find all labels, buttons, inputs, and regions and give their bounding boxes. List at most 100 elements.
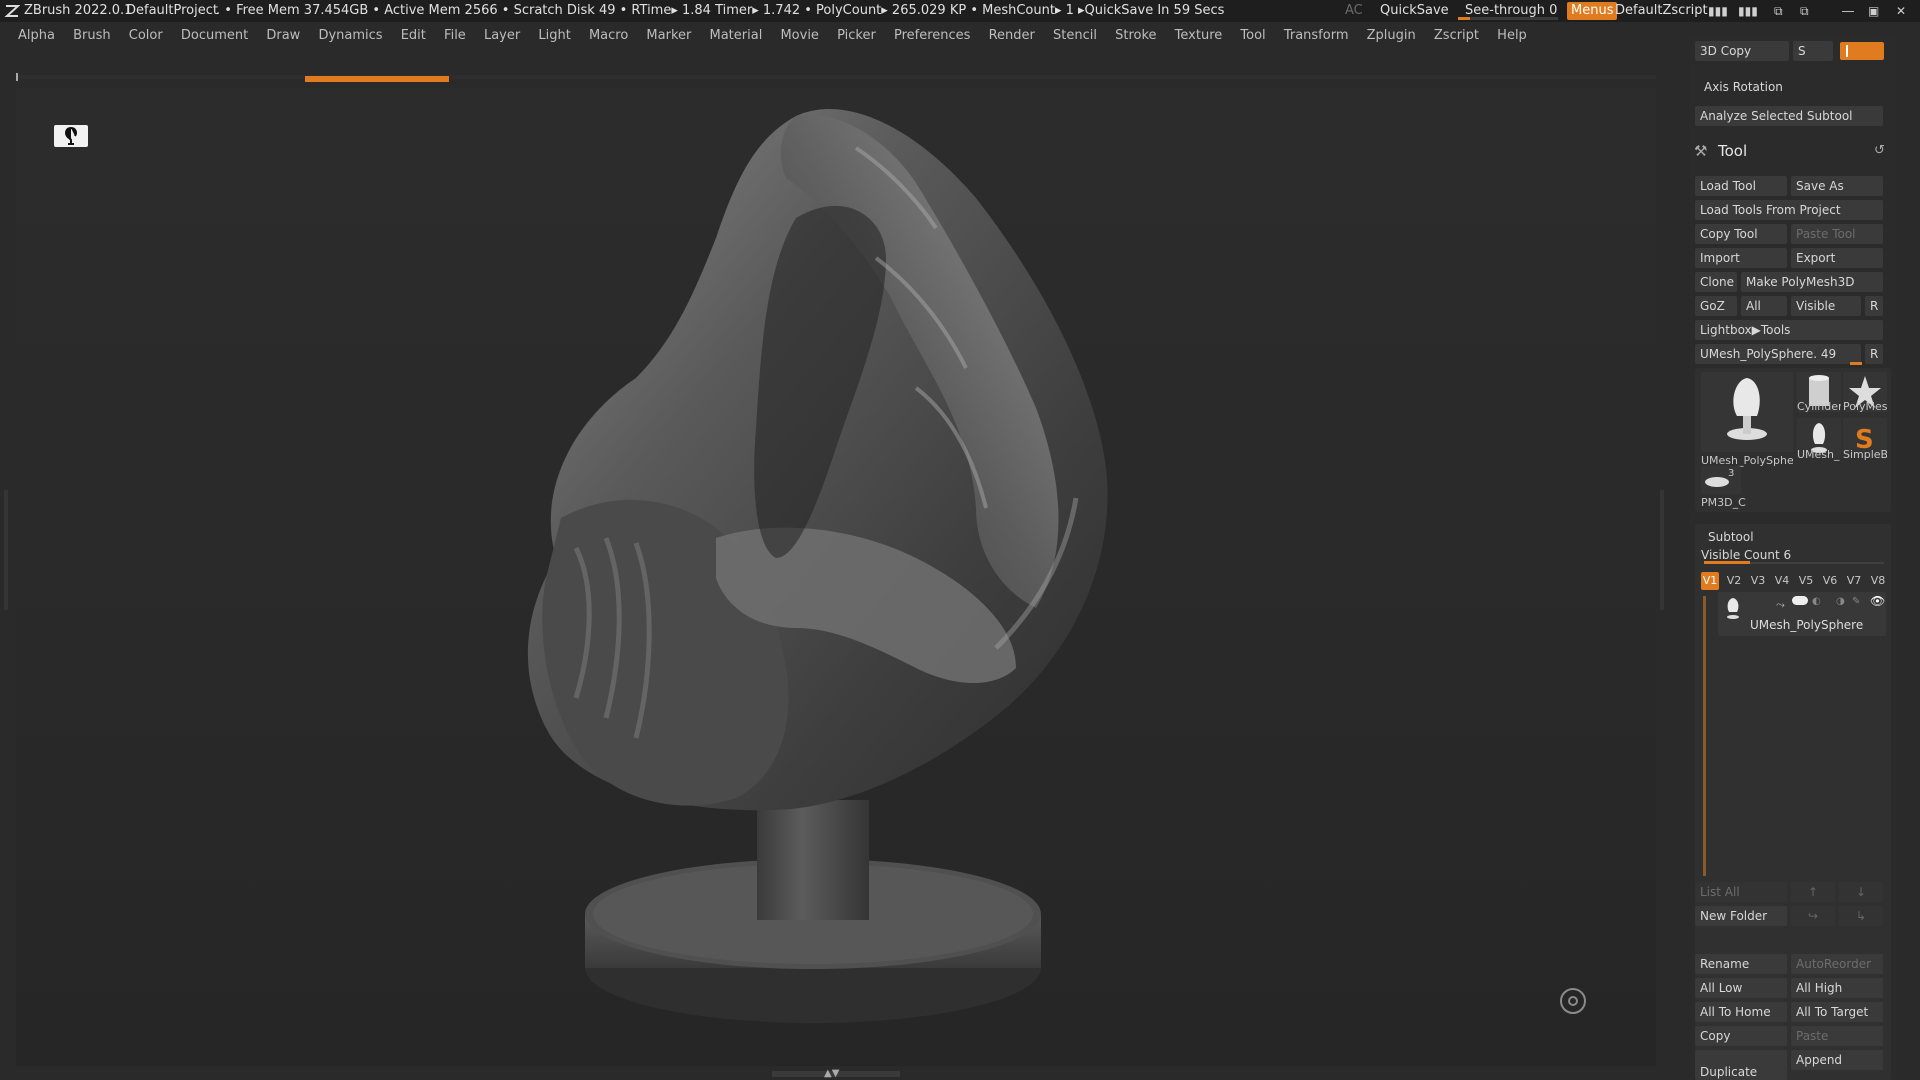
tab-v7[interactable]: V7 [1845, 572, 1863, 590]
append-button[interactable]: Append [1791, 1050, 1883, 1070]
menu-picker[interactable]: Picker [837, 24, 876, 48]
visible-count-slider[interactable]: Visible Count 6 [1701, 548, 1791, 562]
menu-material[interactable]: Material [710, 24, 763, 48]
all-low-button[interactable]: All Low [1695, 978, 1787, 998]
project-name[interactable]: DefaultProject [126, 0, 218, 22]
menu-zplugin[interactable]: Zplugin [1367, 24, 1416, 48]
reset-icon[interactable]: ↺ [1874, 143, 1885, 158]
save-as-button[interactable]: Save As [1791, 176, 1883, 196]
menu-marker[interactable]: Marker [646, 24, 691, 48]
menu-layer[interactable]: Layer [484, 24, 520, 48]
tool-thumb-umesh-polysphere[interactable] [1701, 372, 1793, 452]
tab-v3[interactable]: V3 [1749, 572, 1767, 590]
subtool-pencil-icon[interactable]: ✎ [1852, 596, 1860, 607]
copy-s-button[interactable]: S [1793, 41, 1833, 61]
3d-copy-button[interactable]: 3D Copy [1695, 41, 1789, 61]
lightbox-tools-button[interactable]: Lightbox▶Tools [1695, 320, 1883, 340]
analyze-subtool-button[interactable]: Analyze Selected Subtool [1695, 106, 1883, 126]
maximize-icon[interactable]: ▣ [1868, 0, 1879, 22]
menu-help[interactable]: Help [1497, 24, 1527, 48]
menu-file[interactable]: File [444, 24, 466, 48]
menu-preferences[interactable]: Preferences [894, 24, 970, 48]
axis-rotation-label[interactable]: Axis Rotation [1704, 80, 1783, 94]
bottom-tray-grip[interactable]: ▲▼ [772, 1068, 900, 1079]
copy-button[interactable]: Copy [1695, 1026, 1787, 1046]
subtool-list-scrollbar[interactable] [1703, 596, 1706, 876]
menu-transform[interactable]: Transform [1284, 24, 1349, 48]
menu-stencil[interactable]: Stencil [1053, 24, 1097, 48]
subtool-title[interactable]: Subtool [1708, 530, 1754, 544]
tool-palette-header[interactable]: ⚒ Tool ↺ [1690, 138, 1896, 164]
duplicate-button[interactable]: Duplicate [1695, 1050, 1787, 1080]
copy-value-field[interactable] [1840, 42, 1884, 60]
load-tool-button[interactable]: Load Tool [1695, 176, 1787, 196]
list-all-button[interactable]: List All [1695, 882, 1787, 902]
menu-edit[interactable]: Edit [401, 24, 426, 48]
goz-visible-button[interactable]: Visible [1791, 296, 1861, 316]
goz-all-button[interactable]: All [1741, 296, 1787, 316]
export-button[interactable]: Export [1791, 248, 1883, 268]
menu-draw[interactable]: Draw [266, 24, 300, 48]
current-tool-slider[interactable]: UMesh_PolySphere. 49 [1695, 344, 1861, 364]
tab-v2[interactable]: V2 [1725, 572, 1743, 590]
layout-icon[interactable]: ▮▮▮ [1708, 0, 1728, 22]
menu-alpha[interactable]: Alpha [18, 24, 55, 48]
menu-tool[interactable]: Tool [1240, 24, 1265, 48]
paste-tool-button[interactable]: Paste Tool [1791, 224, 1883, 244]
tab-v8[interactable]: V8 [1869, 572, 1887, 590]
floating-window-icon[interactable]: ⧉ [1774, 0, 1783, 22]
minimize-icon[interactable]: ― [1842, 0, 1854, 22]
ac-button[interactable]: AC [1345, 0, 1363, 22]
menu-document[interactable]: Document [181, 24, 248, 48]
right-tray-grip[interactable] [1660, 490, 1664, 610]
canvas-viewport[interactable] [16, 88, 1656, 1066]
tab-v6[interactable]: V6 [1821, 572, 1839, 590]
see-through-slider[interactable] [1458, 17, 1558, 20]
subtool-mode-alt-icon[interactable]: ◑ [1836, 596, 1845, 607]
menu-texture[interactable]: Texture [1175, 24, 1223, 48]
goz-button[interactable]: GoZ [1695, 296, 1737, 316]
menus-toggle-button[interactable]: Menus [1567, 2, 1618, 20]
rename-button[interactable]: Rename [1695, 954, 1787, 974]
subtool-mode-icon[interactable]: ◐ [1812, 596, 1821, 607]
menu-render[interactable]: Render [989, 24, 1035, 48]
subtool-brush-icon[interactable]: ⤳ [1776, 598, 1785, 612]
folder-move-icon[interactable]: ↪ [1791, 906, 1835, 926]
close-icon[interactable]: ✕ [1896, 0, 1906, 22]
tab-v5[interactable]: V5 [1797, 572, 1815, 590]
clone-button[interactable]: Clone [1695, 272, 1737, 292]
rotate-gizmo-icon[interactable] [1560, 988, 1586, 1014]
visible-count-track[interactable] [1704, 561, 1884, 564]
all-to-home-button[interactable]: All To Home [1695, 1002, 1787, 1022]
layout-alt-icon[interactable]: ▮▮▮ [1738, 0, 1758, 22]
move-down-icon[interactable]: ↓ [1839, 882, 1883, 902]
paste-button[interactable]: Paste [1791, 1026, 1883, 1046]
copy-tool-button[interactable]: Copy Tool [1695, 224, 1787, 244]
all-high-button[interactable]: All High [1791, 978, 1883, 998]
all-to-target-button[interactable]: All To Target [1791, 1002, 1883, 1022]
menu-stroke[interactable]: Stroke [1115, 24, 1156, 48]
folder-out-icon[interactable]: ↳ [1839, 906, 1883, 926]
menu-color[interactable]: Color [129, 24, 163, 48]
import-button[interactable]: Import [1695, 248, 1787, 268]
make-polymesh3d-button[interactable]: Make PolyMesh3D [1741, 272, 1883, 292]
restore-layout-icon[interactable]: ⧉ [1800, 0, 1809, 22]
menu-movie[interactable]: Movie [780, 24, 818, 48]
menu-zscript[interactable]: Zscript [1434, 24, 1479, 48]
load-tools-from-project-button[interactable]: Load Tools From Project [1695, 200, 1883, 220]
menu-dynamics[interactable]: Dynamics [318, 24, 382, 48]
default-zscript-button[interactable]: DefaultZscript [1615, 0, 1708, 22]
goz-r-button[interactable]: R [1865, 296, 1883, 316]
left-tray-grip[interactable] [4, 490, 8, 610]
menu-brush[interactable]: Brush [73, 24, 111, 48]
current-tool-r-button[interactable]: R [1865, 344, 1883, 364]
eye-icon[interactable]: 👁 [1870, 594, 1885, 608]
tab-v1[interactable]: V1 [1701, 572, 1719, 590]
tab-v4[interactable]: V4 [1773, 572, 1791, 590]
subtool-item[interactable]: ⤳ ◐ ◑ ✎ 👁 UMesh_PolySphere [1718, 592, 1886, 636]
move-up-icon[interactable]: ↑ [1791, 882, 1835, 902]
menu-macro[interactable]: Macro [589, 24, 628, 48]
menu-light[interactable]: Light [538, 24, 570, 48]
quicksave-button[interactable]: QuickSave [1380, 0, 1449, 22]
sculpt-model[interactable] [16, 88, 1656, 1066]
